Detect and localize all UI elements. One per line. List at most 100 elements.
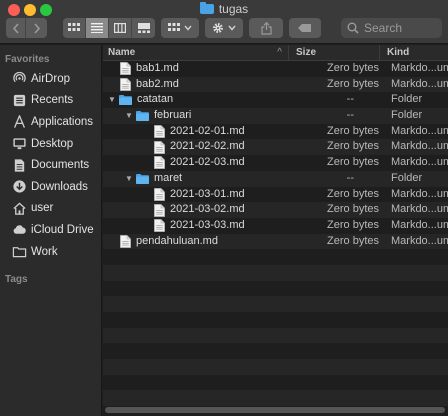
downloads-icon [13, 180, 26, 193]
markdown-file-icon [120, 62, 131, 76]
file-row[interactable]: bab1.md Zero bytes Markdo...ument [103, 61, 448, 77]
file-name: pendahuluan.md [136, 234, 218, 247]
folder-icon [119, 95, 132, 106]
file-row[interactable]: 2021-03-01.md Zero bytes Markdo...ument [103, 187, 448, 203]
empty-row [103, 296, 448, 312]
folder-icon [136, 110, 149, 121]
file-row[interactable]: pendahuluan.md Zero bytes Markdo...ument [103, 233, 448, 250]
file-row[interactable]: bab2.md Zero bytes Markdo...ument [103, 76, 448, 93]
kind-cell: Folder [391, 93, 423, 106]
chevron-down-icon [228, 25, 236, 31]
sidebar-item-applications[interactable]: Applications [0, 111, 101, 133]
column-header-kind[interactable]: Kind [380, 45, 448, 60]
tags-heading: Tags [5, 274, 28, 286]
file-list: Name ^ Size Kind bab1.md Zero bytes Markdo… [103, 45, 448, 416]
size-cell: -- [346, 171, 354, 184]
kind-cell: Markdo...ument [391, 156, 448, 169]
sidebar-item-work[interactable]: Work [0, 241, 101, 263]
file-name: 2021-03-03.md [170, 218, 245, 231]
sidebar-item-label: Recents [31, 94, 74, 107]
sidebar-item-documents[interactable]: Documents [0, 154, 101, 176]
sidebar-item-user[interactable]: user [0, 198, 101, 220]
sidebar-item-label: iCloud Drive [31, 223, 94, 236]
column-view-button[interactable] [109, 18, 132, 38]
name-cell: ▼ catatan [103, 92, 289, 108]
size-cell: Zero bytes [327, 140, 379, 153]
file-name: 2021-03-02.md [170, 203, 245, 216]
column-header-label: Kind [387, 47, 410, 58]
chevron-right-icon [33, 22, 40, 34]
kind-cell: Markdo...ument [391, 234, 448, 247]
sidebar-item-downloads[interactable]: Downloads [0, 176, 101, 198]
disclosure-triangle-expanded-icon[interactable]: ▼ [124, 111, 134, 121]
name-cell: pendahuluan.md [103, 234, 289, 250]
group-by-button[interactable] [161, 18, 199, 38]
empty-row [103, 281, 448, 297]
name-cell: 2021-03-01.md [103, 187, 289, 203]
window-title: tugas [0, 2, 448, 18]
disclosure-triangle-expanded-icon[interactable]: ▼ [124, 174, 134, 184]
file-row[interactable]: 2021-02-03.md Zero bytes Markdo...ument [103, 155, 448, 171]
folder-row[interactable]: ▼ catatan -- Folder [103, 92, 448, 108]
empty-row [103, 343, 448, 359]
action-menu-button[interactable] [205, 18, 243, 38]
desktop-icon [13, 138, 26, 150]
file-name: 2021-02-03.md [170, 156, 245, 169]
chevron-left-icon [12, 22, 19, 34]
gallery-view-button[interactable] [132, 18, 155, 38]
grid-icon [168, 23, 180, 31]
sidebar-item-airdrop[interactable]: AirDrop [0, 68, 101, 90]
share-button[interactable] [249, 18, 283, 38]
documents-icon [14, 159, 25, 172]
markdown-file-icon [154, 156, 165, 170]
column-header-size[interactable]: Size [289, 45, 380, 60]
file-name: maret [154, 171, 183, 184]
icloud-icon [13, 225, 26, 235]
sidebar-item-desktop[interactable]: Desktop [0, 133, 101, 155]
sidebar-item-recents[interactable]: Recents [0, 90, 101, 112]
folder-icon [136, 173, 149, 184]
name-cell: 2021-02-02.md [103, 139, 289, 155]
file-row[interactable]: 2021-03-03.md Zero bytes Markdo...ument [103, 218, 448, 234]
size-cell: Zero bytes [327, 62, 379, 74]
markdown-file-icon [154, 140, 165, 154]
forward-button[interactable] [26, 18, 47, 38]
disclosure-triangle-expanded-icon[interactable]: ▼ [107, 95, 117, 105]
window-title-text: tugas [218, 2, 249, 16]
file-row[interactable]: 2021-02-01.md Zero bytes Markdo...ument [103, 124, 448, 140]
file-name: 2021-02-02.md [170, 140, 245, 153]
column-header-label: Name [108, 47, 136, 58]
file-row[interactable]: 2021-02-02.md Zero bytes Markdo...ument [103, 139, 448, 156]
icon-view-button[interactable] [63, 18, 86, 38]
recents-icon [13, 94, 26, 107]
tag-icon [298, 24, 311, 32]
sidebar-item-label: user [31, 202, 54, 215]
name-cell: ▼ maret [103, 171, 289, 187]
back-button[interactable] [6, 18, 26, 38]
kind-cell: Markdo...ument [391, 124, 448, 137]
sidebar-item-label: Downloads [31, 180, 88, 193]
markdown-file-icon [120, 78, 131, 91]
column-header-name[interactable]: Name ^ [103, 45, 289, 60]
folder-row[interactable]: ▼ februari -- Folder [103, 108, 448, 124]
columns-icon [114, 23, 126, 33]
folder-row[interactable]: ▼ maret -- Folder [103, 170, 448, 187]
search-placeholder: Search [364, 21, 403, 35]
kind-cell: Markdo...ument [391, 62, 448, 74]
gallery-icon [137, 23, 150, 33]
kind-cell: Markdo...ument [391, 187, 448, 200]
search-field[interactable]: Search [341, 18, 442, 38]
sidebar-item-icloud-drive[interactable]: iCloud Drive [0, 219, 101, 241]
name-cell: ▼ februari [103, 108, 289, 124]
list-view-button[interactable] [86, 18, 109, 38]
size-cell: Zero bytes [327, 218, 379, 231]
file-row[interactable]: 2021-03-02.md Zero bytes Markdo...ument [103, 202, 448, 218]
empty-row [103, 327, 448, 344]
edit-tags-button[interactable] [289, 18, 321, 38]
size-cell: Zero bytes [327, 124, 379, 137]
airdrop-icon [13, 72, 26, 83]
empty-row [103, 312, 448, 328]
file-name: 2021-02-01.md [170, 124, 245, 137]
horizontal-scrollbar[interactable] [105, 407, 445, 413]
column-header-label: Size [296, 47, 317, 58]
